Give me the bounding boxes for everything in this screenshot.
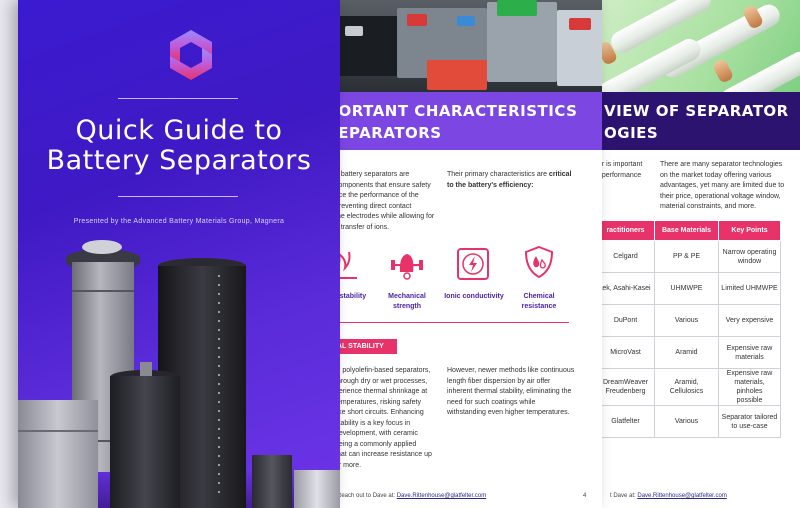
- car-batteries-photo: [337, 0, 602, 92]
- page-footer: t Dave at: Dave.Rittenhouse@glatfelter.c…: [610, 493, 727, 499]
- flame-icon: [337, 251, 357, 279]
- section-heading-band: VIEW OF SEPARATOR OGIES: [596, 92, 800, 150]
- cover-page: Quick Guide to Battery Separators Present…: [18, 0, 340, 508]
- cover-subtitle: Presented by the Advanced Battery Materi…: [73, 218, 285, 225]
- separator-technology-table: ractitioners Base Materials Key Points C…: [596, 220, 781, 438]
- cell-practitioners: Celgard: [596, 240, 655, 273]
- divider: [118, 98, 238, 99]
- cell-practitioners: tek, Asahi-Kasei: [596, 272, 655, 305]
- intro-left-text: n battery separators are components that …: [337, 171, 435, 231]
- table-row: DreamWeaver Freudenberg Aramid, Cellulosi…: [596, 368, 781, 406]
- divider: [337, 322, 569, 323]
- header-practitioners: ractitioners: [596, 220, 655, 241]
- cell-points: Separator tailored to use-case: [718, 405, 781, 438]
- cell-points: Limited UHMWPE: [718, 272, 781, 305]
- cell-practitioners: DuPont: [596, 304, 655, 337]
- intro-right-text: Their primary characteristics are critic…: [447, 171, 572, 189]
- table-row: tek, Asahi-Kasei UHMWPE Limited UHMWPE: [596, 272, 781, 305]
- cell-points: Expensive raw materials: [718, 336, 781, 369]
- cell-materials: PP & PE: [654, 240, 719, 273]
- section-heading: VIEW OF SEPARATOR OGIES: [604, 102, 789, 142]
- lightning-icon: [457, 248, 489, 280]
- cover-title: Quick Guide to Battery Separators: [46, 115, 312, 176]
- characteristic-label: Ionic conductivity: [444, 293, 504, 300]
- magnera-logo-icon: [170, 30, 212, 80]
- cell-materials: Various: [654, 304, 719, 337]
- table-row: MicroVast Aramid Expensive raw materials: [596, 336, 781, 369]
- page-separator-overview: VIEW OF SEPARATOR OGIES tor is important d…: [596, 0, 800, 508]
- page-footer: Reach out to Dave at: Dave.Rittenhouse@g…: [337, 493, 487, 499]
- cell-points: Expensive raw materials, pinholes possible: [718, 368, 781, 406]
- contact-email-link[interactable]: Dave.Rittenhouse@glatfelter.com: [637, 493, 726, 499]
- intro-right-text: There are many separator technologies on …: [660, 161, 785, 210]
- shield-drop-icon: [524, 245, 554, 279]
- characteristic-label: al stability: [337, 293, 367, 300]
- cylindrical-cells-photo: [596, 0, 800, 115]
- page-number: 4: [583, 493, 587, 499]
- divider: [118, 196, 238, 197]
- characteristics-icons: al stability Mechanicalstrength Ionic co…: [337, 240, 602, 320]
- header-key-points: Key Points: [718, 220, 781, 241]
- body-right-text: However, newer methods like continuous le…: [447, 367, 575, 416]
- cell-materials: Various: [654, 405, 719, 438]
- cell-points: Narrow operating window: [718, 240, 781, 273]
- cell-materials: Aramid, Cellulosics: [654, 368, 719, 406]
- page-characteristics: PORTANT CHARACTERISTICS SEPARATORS n batt…: [337, 0, 602, 508]
- cell-practitioners: DreamWeaver Freudenberg: [596, 368, 655, 406]
- table-row: Glatfelter Various Separator tailored to …: [596, 405, 781, 438]
- table-row: DuPont Various Very expensive: [596, 304, 781, 337]
- characteristic-label: Mechanical strength: [388, 293, 426, 310]
- cell-practitioners: MicroVast: [596, 336, 655, 369]
- cell-points: Very expensive: [718, 304, 781, 337]
- cell-materials: Aramid: [654, 336, 719, 369]
- characteristic-label: Chemical resistance: [521, 293, 557, 310]
- contact-email-link[interactable]: Dave.Rittenhouse@glatfelter.com: [397, 493, 486, 499]
- intro-left-text: tor is important d performance: [596, 161, 643, 179]
- table-header-row: ractitioners Base Materials Key Points: [596, 220, 781, 241]
- section-heading-band: PORTANT CHARACTERISTICS SEPARATORS: [337, 92, 602, 150]
- section-label: AL STABILITY: [337, 339, 397, 354]
- muscle-arm-icon: [391, 254, 423, 280]
- body-left-text: al polyolefin-based separators, through d…: [337, 367, 432, 469]
- cell-practitioners: Glatfelter: [596, 405, 655, 438]
- header-base-materials: Base Materials: [654, 220, 719, 241]
- cell-materials: UHMWPE: [654, 272, 719, 305]
- table-row: Celgard PP & PE Narrow operating window: [596, 240, 781, 273]
- section-heading: PORTANT CHARACTERISTICS SEPARATORS: [337, 102, 578, 142]
